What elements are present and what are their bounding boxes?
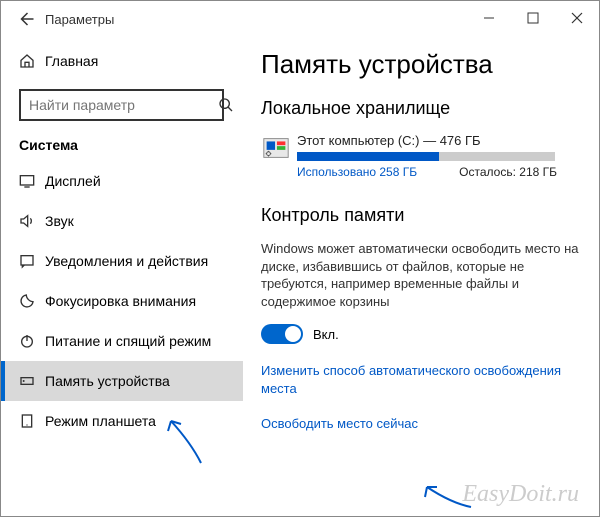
free-now-link[interactable]: Освободить место сейчас bbox=[261, 415, 581, 433]
sidebar-item-label: Фокусировка внимания bbox=[45, 293, 196, 309]
display-icon bbox=[19, 173, 45, 189]
sidebar-item-sound[interactable]: Звук bbox=[1, 201, 243, 241]
minimize-button[interactable] bbox=[467, 1, 511, 35]
usage-labels: Использовано 258 ГБ Осталось: 218 ГБ bbox=[297, 165, 557, 179]
sidebar-item-label: Питание и спящий режим bbox=[45, 333, 211, 349]
section-local-storage: Локальное хранилище bbox=[261, 98, 581, 119]
tablet-icon bbox=[19, 413, 45, 429]
sense-toggle-row: Вкл. bbox=[261, 324, 581, 344]
sidebar-section-heading: Система bbox=[1, 121, 243, 161]
sidebar-item-notifications[interactable]: Уведомления и действия bbox=[1, 241, 243, 281]
search-input[interactable] bbox=[21, 93, 218, 117]
drive-name: Этот компьютер (C:) — 476 ГБ bbox=[297, 133, 581, 148]
sidebar: Главная Система Дисплей Звук Уведомления… bbox=[1, 37, 243, 516]
usage-bar bbox=[297, 152, 555, 161]
sense-toggle[interactable] bbox=[261, 324, 303, 344]
usage-bar-used bbox=[297, 152, 439, 161]
used-label[interactable]: Использовано 258 ГБ bbox=[297, 165, 417, 179]
focus-icon bbox=[19, 293, 45, 309]
page-title: Память устройства bbox=[261, 49, 581, 80]
titlebar: Параметры bbox=[1, 1, 599, 37]
back-arrow-icon bbox=[17, 10, 35, 28]
main-panel: Память устройства Локальное хранилище Эт… bbox=[243, 37, 599, 516]
configure-link[interactable]: Изменить способ автоматического освобожд… bbox=[261, 362, 581, 397]
sidebar-item-tablet[interactable]: Режим планшета bbox=[1, 401, 243, 441]
search-box[interactable] bbox=[19, 89, 224, 121]
home-icon bbox=[19, 53, 45, 69]
sidebar-item-label: Память устройства bbox=[45, 373, 170, 389]
content: Главная Система Дисплей Звук Уведомления… bbox=[1, 37, 599, 516]
section-storage-sense: Контроль памяти Windows может автоматиче… bbox=[261, 205, 581, 433]
close-button[interactable] bbox=[555, 1, 599, 35]
sidebar-item-storage[interactable]: Память устройства bbox=[1, 361, 243, 401]
sidebar-item-label: Уведомления и действия bbox=[45, 253, 208, 269]
back-button[interactable] bbox=[11, 4, 41, 34]
close-icon bbox=[571, 12, 583, 24]
drive-icon bbox=[261, 133, 297, 179]
sidebar-item-label: Дисплей bbox=[45, 173, 101, 189]
settings-window: Параметры Главная Система Дисплей bbox=[0, 0, 600, 517]
sidebar-item-display[interactable]: Дисплей bbox=[1, 161, 243, 201]
window-controls bbox=[467, 1, 599, 35]
search-icon bbox=[218, 97, 234, 113]
minimize-icon bbox=[483, 12, 495, 24]
notifications-icon bbox=[19, 253, 45, 269]
sound-icon bbox=[19, 213, 45, 229]
toggle-label: Вкл. bbox=[313, 327, 339, 342]
sidebar-item-label: Звук bbox=[45, 213, 74, 229]
sidebar-item-label: Режим планшета bbox=[45, 413, 156, 429]
sidebar-home-label: Главная bbox=[45, 53, 98, 69]
drive-row[interactable]: Этот компьютер (C:) — 476 ГБ Использован… bbox=[261, 133, 581, 179]
power-icon bbox=[19, 333, 45, 349]
sidebar-home[interactable]: Главная bbox=[1, 43, 243, 79]
sidebar-item-power[interactable]: Питание и спящий режим bbox=[1, 321, 243, 361]
drive-info: Этот компьютер (C:) — 476 ГБ Использован… bbox=[297, 133, 581, 179]
remaining-label: Осталось: 218 ГБ bbox=[459, 165, 557, 179]
storage-icon bbox=[19, 373, 45, 389]
window-title: Параметры bbox=[45, 12, 114, 27]
toggle-knob bbox=[285, 326, 301, 342]
maximize-icon bbox=[527, 12, 539, 24]
maximize-button[interactable] bbox=[511, 1, 555, 35]
section-sense-title: Контроль памяти bbox=[261, 205, 581, 226]
sense-description: Windows может автоматически освободить м… bbox=[261, 240, 581, 310]
sidebar-item-focus[interactable]: Фокусировка внимания bbox=[1, 281, 243, 321]
